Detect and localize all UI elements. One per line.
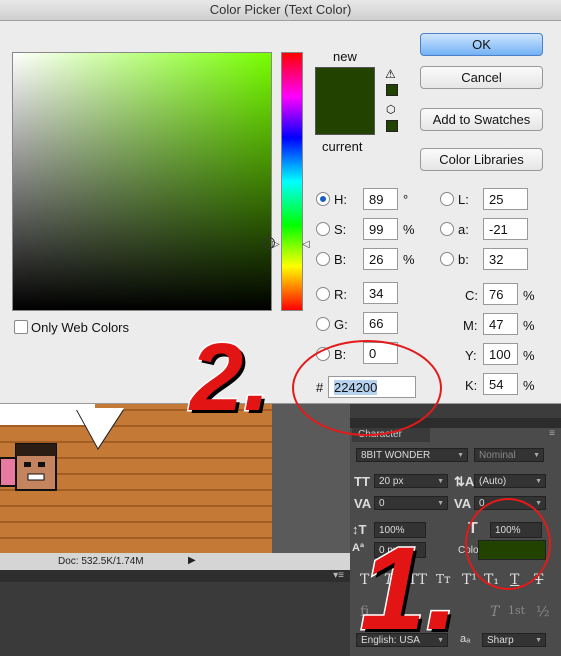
black-unit: % — [523, 378, 535, 393]
lab-l-label: L: — [458, 192, 469, 207]
panel-menu-icon[interactable]: ≡ — [549, 428, 555, 439]
magenta-unit: % — [523, 318, 535, 333]
only-web-colors-checkbox[interactable] — [14, 320, 28, 334]
lab-a-radio[interactable] — [440, 222, 454, 236]
fractions-button[interactable]: ½ — [536, 604, 550, 620]
lab-b-input[interactable]: 32 — [483, 248, 528, 270]
hue-input[interactable]: 89 — [363, 188, 398, 210]
step-2-label: 2. — [188, 324, 271, 431]
current-color-swatch[interactable] — [315, 105, 375, 135]
color-picker-dialog: Color Picker (Text Color) ▷ ◁ new curren… — [0, 0, 561, 404]
ordinals-button[interactable]: 1st — [508, 604, 525, 617]
lab-b-radio[interactable] — [440, 252, 454, 266]
magenta-input[interactable]: 47 — [483, 313, 518, 335]
color-field[interactable] — [12, 52, 272, 311]
lab-l-radio[interactable] — [440, 192, 454, 206]
step-1-label: 1. — [358, 523, 459, 655]
cancel-button[interactable]: Cancel — [420, 66, 543, 89]
black-input[interactable]: 54 — [483, 373, 518, 395]
yellow-unit: % — [523, 348, 535, 363]
red-label: R: — [334, 287, 347, 302]
font-style-select[interactable]: Nominal ▼ — [474, 448, 544, 462]
hue-unit: ° — [403, 192, 409, 207]
black-label: K: — [465, 378, 478, 393]
status-bar: Doc: 532.5K/1.74M ▶ — [0, 553, 350, 570]
antialias-select[interactable]: Sharp ▼ — [482, 633, 546, 647]
play-icon[interactable]: ▶ — [188, 555, 196, 566]
titling-button[interactable]: T — [490, 604, 499, 620]
pixel-character-image — [0, 440, 58, 500]
cyan-unit: % — [523, 288, 535, 303]
antialias-icon: aₐ — [460, 633, 471, 645]
brightness-label: B: — [334, 252, 347, 267]
brightness-radio[interactable] — [316, 252, 330, 266]
green-input[interactable]: 66 — [363, 312, 398, 334]
brightness-unit: % — [403, 252, 415, 267]
tracking-icon: VA — [454, 496, 472, 511]
lab-a-input[interactable]: -21 — [483, 218, 528, 240]
green-label: G: — [334, 317, 348, 332]
dialog-title: Color Picker (Text Color) — [0, 0, 561, 21]
hue-slider-left-arrow-icon[interactable]: ▷ — [272, 239, 280, 250]
kerning-select[interactable]: 0 ▼ — [374, 496, 448, 510]
red-input[interactable]: 34 — [363, 282, 398, 304]
saturation-label: S: — [334, 222, 347, 237]
font-size-icon: TT — [354, 474, 370, 489]
font-size-select[interactable]: 20 px ▼ — [374, 474, 448, 488]
hue-slider-right-arrow-icon[interactable]: ◁ — [302, 239, 310, 250]
leading-icon: ⇅A — [454, 474, 475, 489]
lower-panel-header — [0, 570, 350, 582]
speech-bubble-tail — [76, 408, 124, 448]
lower-panel: ▾≡ — [0, 570, 350, 656]
red-radio[interactable] — [316, 287, 330, 301]
gamut-swatch[interactable] — [386, 84, 398, 96]
brightness-input[interactable]: 26 — [363, 248, 398, 270]
saturation-unit: % — [403, 222, 415, 237]
current-label: current — [322, 139, 363, 154]
gamut-warning-icon[interactable]: ⚠ — [385, 67, 396, 81]
ok-button[interactable]: OK — [420, 33, 543, 56]
green-radio[interactable] — [316, 317, 330, 331]
cyan-label: C: — [465, 288, 478, 303]
color-highlight-circle — [465, 498, 551, 590]
hue-slider[interactable] — [281, 52, 303, 311]
saturation-input[interactable]: 99 — [363, 218, 398, 240]
web-safe-cube-icon[interactable]: ⬡ — [386, 103, 396, 116]
lab-l-input[interactable]: 25 — [483, 188, 528, 210]
add-to-swatches-button[interactable]: Add to Swatches — [420, 108, 543, 131]
leading-select[interactable]: (Auto) ▼ — [474, 474, 546, 488]
new-label: new — [333, 49, 357, 64]
hue-radio[interactable] — [316, 192, 330, 206]
color-libraries-button[interactable]: Color Libraries — [420, 148, 543, 171]
only-web-colors-label: Only Web Colors — [31, 320, 130, 335]
yellow-input[interactable]: 100 — [483, 343, 518, 365]
kerning-icon: VA — [354, 496, 372, 511]
panel-menu-icon[interactable]: ▾≡ — [333, 570, 344, 581]
lab-b-label: b: — [458, 252, 469, 267]
new-color-swatch — [315, 67, 375, 106]
lab-a-label: a: — [458, 222, 469, 237]
hue-label: H: — [334, 192, 347, 207]
doc-size-text: Doc: 532.5K/1.74M — [58, 556, 144, 567]
saturation-radio[interactable] — [316, 222, 330, 236]
hex-highlight-circle — [292, 340, 442, 436]
magenta-label: M: — [463, 318, 478, 333]
yellow-label: Y: — [465, 348, 477, 363]
cyan-input[interactable]: 76 — [483, 283, 518, 305]
font-family-select[interactable]: 8BIT WONDER ▼ — [356, 448, 468, 462]
superscript-button[interactable]: T¹ — [462, 572, 477, 588]
web-safe-swatch[interactable] — [386, 120, 398, 132]
